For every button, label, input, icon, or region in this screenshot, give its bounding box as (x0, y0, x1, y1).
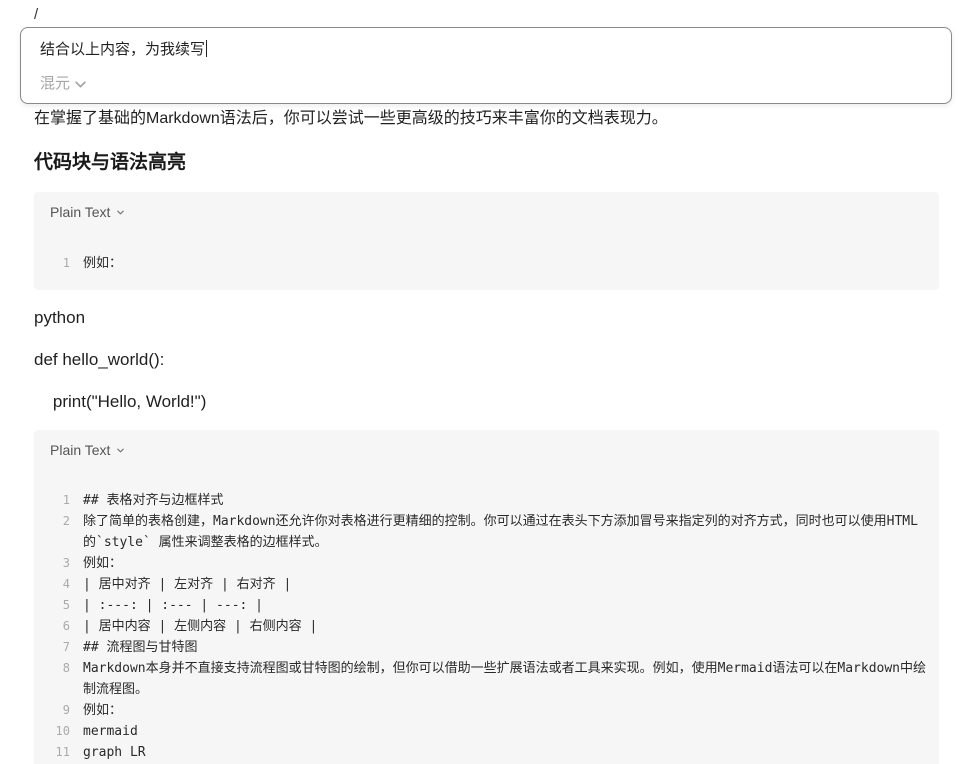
model-selector-label: 混元 (40, 75, 71, 92)
code-language-selector[interactable]: Plain Text (50, 203, 125, 221)
line-text: | 居中内容 | 左侧内容 | 右侧内容 | (83, 619, 318, 634)
line-number: 9 (62, 703, 70, 717)
code-line[interactable]: 6 | 居中内容 | 左侧内容 | 右侧内容 | (34, 616, 939, 637)
ai-prompt-input[interactable]: 结合以上内容，为我续写 (40, 40, 208, 60)
code-line[interactable]: 2 除了简单的表格创建，Markdown还允许你对表格进行更精细的控制。你可以通过… (34, 511, 939, 553)
line-text: 除了简单的表格创建，Markdown还允许你对表格进行更精细的控制。你可以通过在… (83, 514, 918, 550)
chevron-down-icon (117, 448, 125, 452)
line-text: ## 流程图与甘特图 (83, 640, 198, 655)
line-number: 6 (62, 619, 70, 633)
ai-prompt-input-text: 结合以上内容，为我续写 (40, 41, 206, 58)
line-text: Markdown本身并不直接支持流程图或甘特图的绘制，但你可以借助一些扩展语法或… (83, 661, 927, 697)
line-text: | 居中对齐 | 左对齐 | 右对齐 | (83, 577, 292, 592)
line-number: 1 (62, 493, 70, 507)
code-line[interactable]: 1 例如： (34, 253, 939, 274)
code-language-label: Plain Text (50, 204, 111, 220)
paragraph-print[interactable]: print("Hello, World!") (34, 391, 206, 413)
paragraph-def[interactable]: def hello_world(): (34, 349, 164, 371)
code-language-label: Plain Text (50, 442, 111, 458)
line-number: 5 (62, 598, 70, 612)
code-block-2[interactable]: Plain Text 1 ## 表格对齐与边框样式 2 除了简单的表格创建，Markd… (34, 430, 939, 764)
intro-paragraph[interactable]: 在掌握了基础的Markdown语法后，你可以尝试一些更高级的技巧来丰富你的文档表… (34, 108, 668, 130)
chevron-down-icon (117, 210, 125, 214)
code-language-selector[interactable]: Plain Text (50, 441, 125, 459)
code-block-1[interactable]: Plain Text 1 例如： (34, 192, 939, 290)
editor-page: / 结合以上内容，为我续写 混元 在掌握了基础的Markdown语法后，你可以尝… (0, 0, 966, 764)
line-text: ## 表格对齐与边框样式 (83, 493, 224, 508)
line-text: 例如： (83, 556, 123, 571)
code-line[interactable]: 1 ## 表格对齐与边框样式 (34, 490, 939, 511)
line-number: 7 (62, 640, 70, 654)
line-number: 8 (62, 661, 70, 675)
code-line[interactable]: 9 例如： (34, 700, 939, 721)
line-text: graph LR (83, 745, 146, 760)
slash-command-mark: / (34, 6, 39, 23)
code-line[interactable]: 5 | :---: | :--- | ---: | (34, 595, 939, 616)
line-text: mermaid (83, 724, 138, 739)
chevron-down-icon (75, 80, 86, 88)
line-number: 1 (62, 256, 70, 270)
code-lines-2: 1 ## 表格对齐与边框样式 2 除了简单的表格创建，Markdown还允许你对表格进… (34, 490, 939, 763)
line-number: 2 (62, 514, 70, 528)
text-caret (206, 40, 208, 57)
code-line[interactable]: 4 | 居中对齐 | 左对齐 | 右对齐 | (34, 574, 939, 595)
code-line[interactable]: 7 ## 流程图与甘特图 (34, 637, 939, 658)
code-line[interactable]: 8 Markdown本身并不直接支持流程图或甘特图的绘制，但你可以借助一些扩展语法… (34, 658, 939, 700)
ai-prompt-popover[interactable]: 结合以上内容，为我续写 混元 (20, 27, 952, 104)
line-text: 例如： (83, 256, 123, 271)
code-line[interactable]: 11 graph LR (34, 742, 939, 763)
line-number: 4 (62, 577, 70, 591)
line-number: 11 (55, 745, 70, 759)
line-number: 10 (55, 724, 70, 738)
code-line[interactable]: 10 mermaid (34, 721, 939, 742)
code-line[interactable]: 3 例如： (34, 553, 939, 574)
line-text: 例如： (83, 703, 123, 718)
code-lines-1: 1 例如： (34, 253, 939, 274)
line-text: | :---: | :--- | ---: | (83, 598, 264, 613)
model-selector[interactable]: 混元 (40, 74, 87, 94)
section-heading[interactable]: 代码块与语法高亮 (34, 151, 186, 175)
line-number: 3 (62, 556, 70, 570)
paragraph-python[interactable]: python (34, 307, 85, 329)
